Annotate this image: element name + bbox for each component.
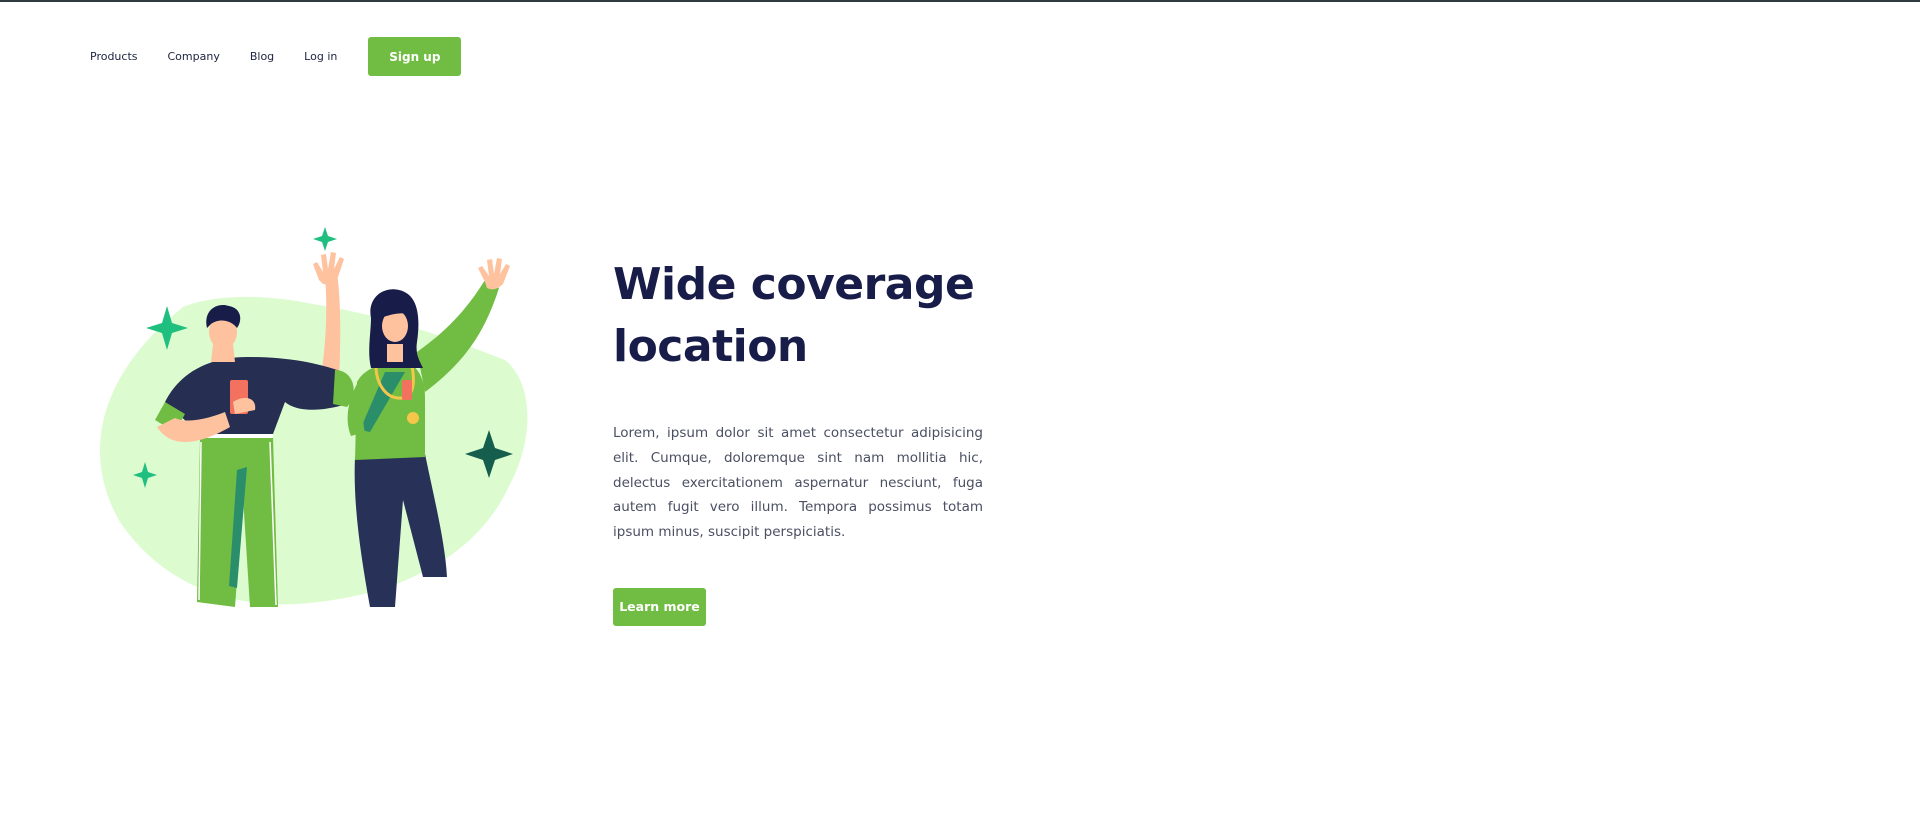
- signup-button[interactable]: Sign up: [368, 37, 462, 76]
- man-raised-hand: [313, 252, 344, 285]
- hero-illustration: [85, 222, 535, 608]
- woman-medal: [407, 412, 419, 424]
- nav-link-login[interactable]: Log in: [304, 50, 337, 63]
- top-border: [0, 0, 1920, 2]
- sparkle-icon: [313, 227, 337, 251]
- nav-link-products[interactable]: Products: [90, 50, 138, 63]
- hero-description: Lorem, ipsum dolor sit amet consectetur …: [613, 425, 983, 541]
- learn-more-button[interactable]: Learn more: [613, 587, 706, 626]
- nav-link-blog[interactable]: Blog: [250, 50, 274, 63]
- nav-link-company[interactable]: Company: [168, 50, 220, 63]
- hero-title-line1: Wide coverage: [613, 259, 975, 310]
- hero-title: Wide coverage location: [613, 254, 983, 378]
- woman-neck: [387, 344, 403, 362]
- hero-section: Wide coverage location Lorem, ipsum dolo…: [613, 254, 983, 626]
- top-nav: Products Company Blog Log in Sign up: [90, 37, 462, 76]
- people-waving-illustration: [99, 227, 528, 607]
- hero-title-line2: location: [613, 321, 808, 372]
- woman-phone: [402, 380, 412, 400]
